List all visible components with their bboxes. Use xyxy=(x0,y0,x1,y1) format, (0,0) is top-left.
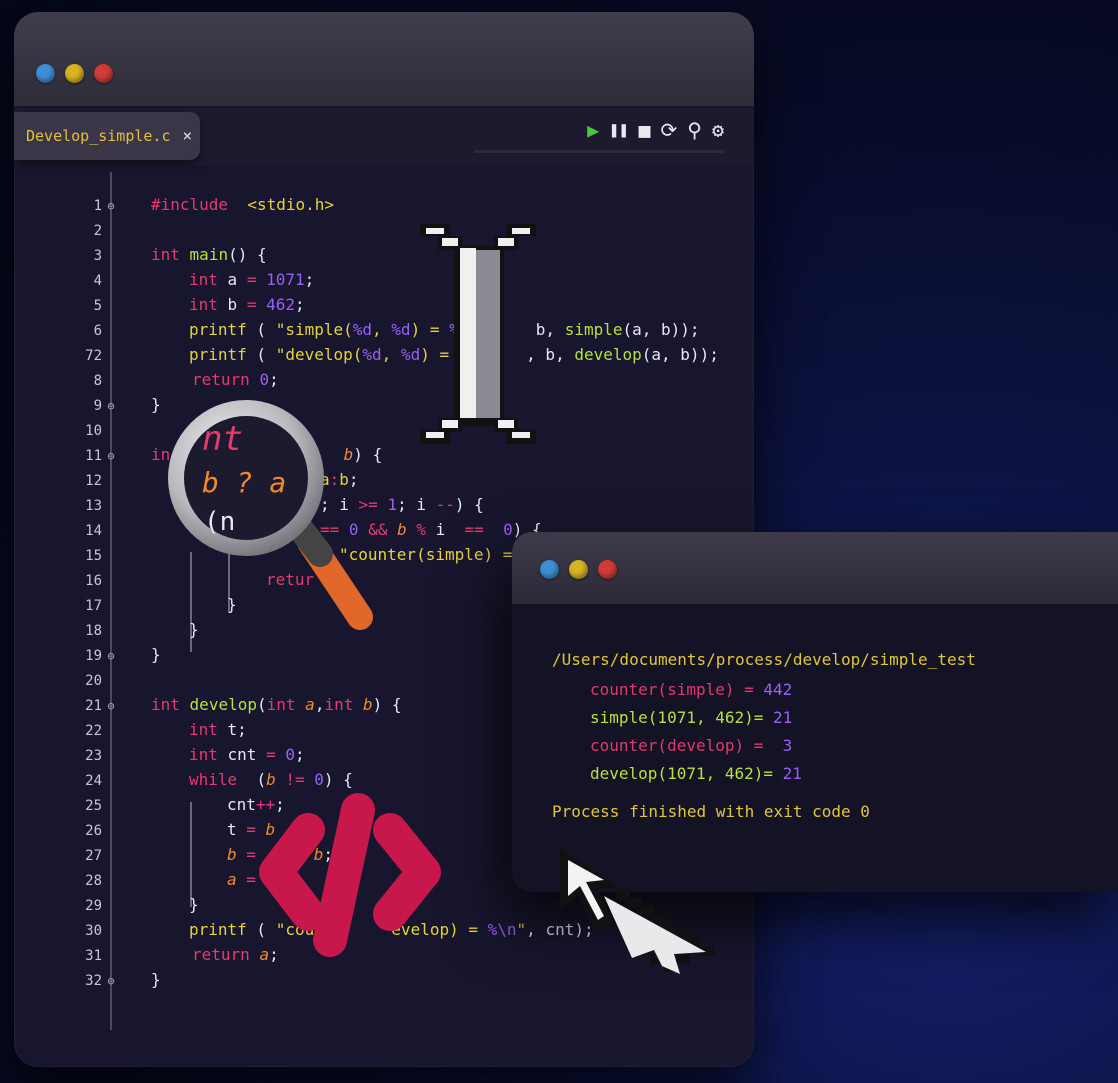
line-number: 27 xyxy=(85,848,102,864)
svg-text:nt: nt xyxy=(202,419,243,459)
line-number: 26 xyxy=(85,823,102,839)
line-number: 28 xyxy=(85,873,102,889)
stop-icon[interactable]: ■ xyxy=(638,120,650,140)
fold-marker-icon[interactable]: ⊖ xyxy=(105,975,117,987)
minimize-dot[interactable] xyxy=(36,64,55,83)
code-line: } xyxy=(151,970,161,989)
text-cursor-icon xyxy=(420,224,536,444)
code-line: int a = 1071; xyxy=(189,270,315,289)
line-number: 6 xyxy=(93,323,102,339)
line-number: 14 xyxy=(85,523,102,539)
line-number: 21 xyxy=(85,698,102,714)
refresh-icon[interactable]: ⟳ xyxy=(661,120,678,140)
output-value: 3 xyxy=(782,736,793,755)
search-icon[interactable]: ⚲ xyxy=(687,120,702,140)
line-number: 2 xyxy=(93,223,102,239)
line-number: 19 xyxy=(85,648,102,664)
line-number: 16 xyxy=(85,573,102,589)
fold-marker-icon[interactable]: ⊖ xyxy=(105,450,117,462)
code-line: } xyxy=(151,645,161,664)
line-number: 31 xyxy=(85,948,102,964)
editor-titlebar xyxy=(14,12,754,106)
line-number: 20 xyxy=(85,673,102,689)
line-number: 8 xyxy=(93,373,102,389)
code-line: } xyxy=(189,895,199,914)
output-key: counter(simple) xyxy=(590,680,735,699)
terminal-line: counter(simple) = 442 xyxy=(590,680,792,699)
fold-marker-icon[interactable]: ⊖ xyxy=(105,650,117,662)
output-equals: = xyxy=(734,680,764,699)
line-number: 72 xyxy=(85,348,102,364)
code-line: int t; xyxy=(189,720,247,739)
line-number: 9 xyxy=(93,398,102,414)
terminal-line: counter(develop) = 3 xyxy=(590,736,792,755)
pause-icon[interactable]: ❚❚ xyxy=(609,122,628,138)
line-number: 3 xyxy=(93,248,102,264)
tab-develop-simple[interactable]: Develop_simple.c × xyxy=(14,112,200,160)
terminal-window: /Users/documents/process/develop/simple_… xyxy=(512,532,1118,892)
terminal-line: simple(1071, 462)= 21 xyxy=(590,708,792,727)
magnifier-icon: nt b ? a (n xyxy=(168,400,373,630)
output-key: counter(develop) xyxy=(590,736,745,755)
line-number: 22 xyxy=(85,723,102,739)
close-icon[interactable]: × xyxy=(183,126,193,145)
terminal-titlebar xyxy=(512,532,1118,604)
code-line: #include <stdio.h> xyxy=(151,195,335,214)
code-line: return 0; xyxy=(192,370,279,389)
line-number: 1 xyxy=(93,198,102,214)
window-controls xyxy=(540,560,617,579)
line-number: 25 xyxy=(85,798,102,814)
terminal-path: /Users/documents/process/develop/simple_… xyxy=(552,650,976,669)
output-value: 21 xyxy=(763,708,793,727)
tab-bar: Develop_simple.c × ▶ ❚❚ ■ ⟳ ⚲ ⚙ xyxy=(14,108,754,166)
process-finished-message: Process finished with exit code 0 xyxy=(552,802,870,821)
line-number: 11 xyxy=(85,448,102,464)
line-number: 12 xyxy=(85,473,102,489)
tab-label: Develop_simple.c xyxy=(26,127,171,145)
line-number: 4 xyxy=(93,273,102,289)
line-number: 24 xyxy=(85,773,102,789)
indent-guide xyxy=(190,802,192,907)
gutter-line xyxy=(110,172,112,1030)
run-toolbar: ▶ ❚❚ ■ ⟳ ⚲ ⚙ xyxy=(474,110,724,153)
line-number: 17 xyxy=(85,598,102,614)
code-line: int develop(int a,int b) { xyxy=(151,695,402,714)
minimize-dot[interactable] xyxy=(540,560,559,579)
code-line: while (b != 0) { xyxy=(189,770,353,789)
output-value: 442 xyxy=(763,680,793,699)
line-number: 32 xyxy=(85,973,102,989)
svg-text:(n: (n xyxy=(204,507,235,537)
output-equals: = xyxy=(744,736,783,755)
play-icon[interactable]: ▶ xyxy=(587,120,599,140)
fold-marker-icon[interactable]: ⊖ xyxy=(105,700,117,712)
svg-text:b ? a: b ? a xyxy=(202,466,286,499)
code-line: int b = 462; xyxy=(189,295,305,314)
maximize-dot[interactable] xyxy=(569,560,588,579)
line-number: 10 xyxy=(85,423,102,439)
close-dot[interactable] xyxy=(598,560,617,579)
code-brackets-icon xyxy=(259,793,441,957)
gear-icon[interactable]: ⚙ xyxy=(712,120,724,140)
close-dot[interactable] xyxy=(94,64,113,83)
line-number: 5 xyxy=(93,298,102,314)
line-number: 13 xyxy=(85,498,102,514)
code-line: int cnt = 0; xyxy=(189,745,305,764)
mouse-pointer-icon xyxy=(560,848,714,974)
terminal-line: develop(1071, 462)= 21 xyxy=(590,764,802,783)
output-key: develop(1071, 462)= xyxy=(590,764,774,783)
fold-marker-icon[interactable]: ⊖ xyxy=(105,400,117,412)
line-number: 18 xyxy=(85,623,102,639)
fold-marker-icon[interactable]: ⊖ xyxy=(105,200,117,212)
output-key: simple(1071, 462)= xyxy=(590,708,764,727)
code-line: int main() { xyxy=(151,245,267,264)
maximize-dot[interactable] xyxy=(65,64,84,83)
output-value: 21 xyxy=(773,764,802,783)
line-number: 23 xyxy=(85,748,102,764)
line-number: 15 xyxy=(85,548,102,564)
line-number: 30 xyxy=(85,923,102,939)
window-controls xyxy=(36,64,113,83)
line-number: 29 xyxy=(85,898,102,914)
